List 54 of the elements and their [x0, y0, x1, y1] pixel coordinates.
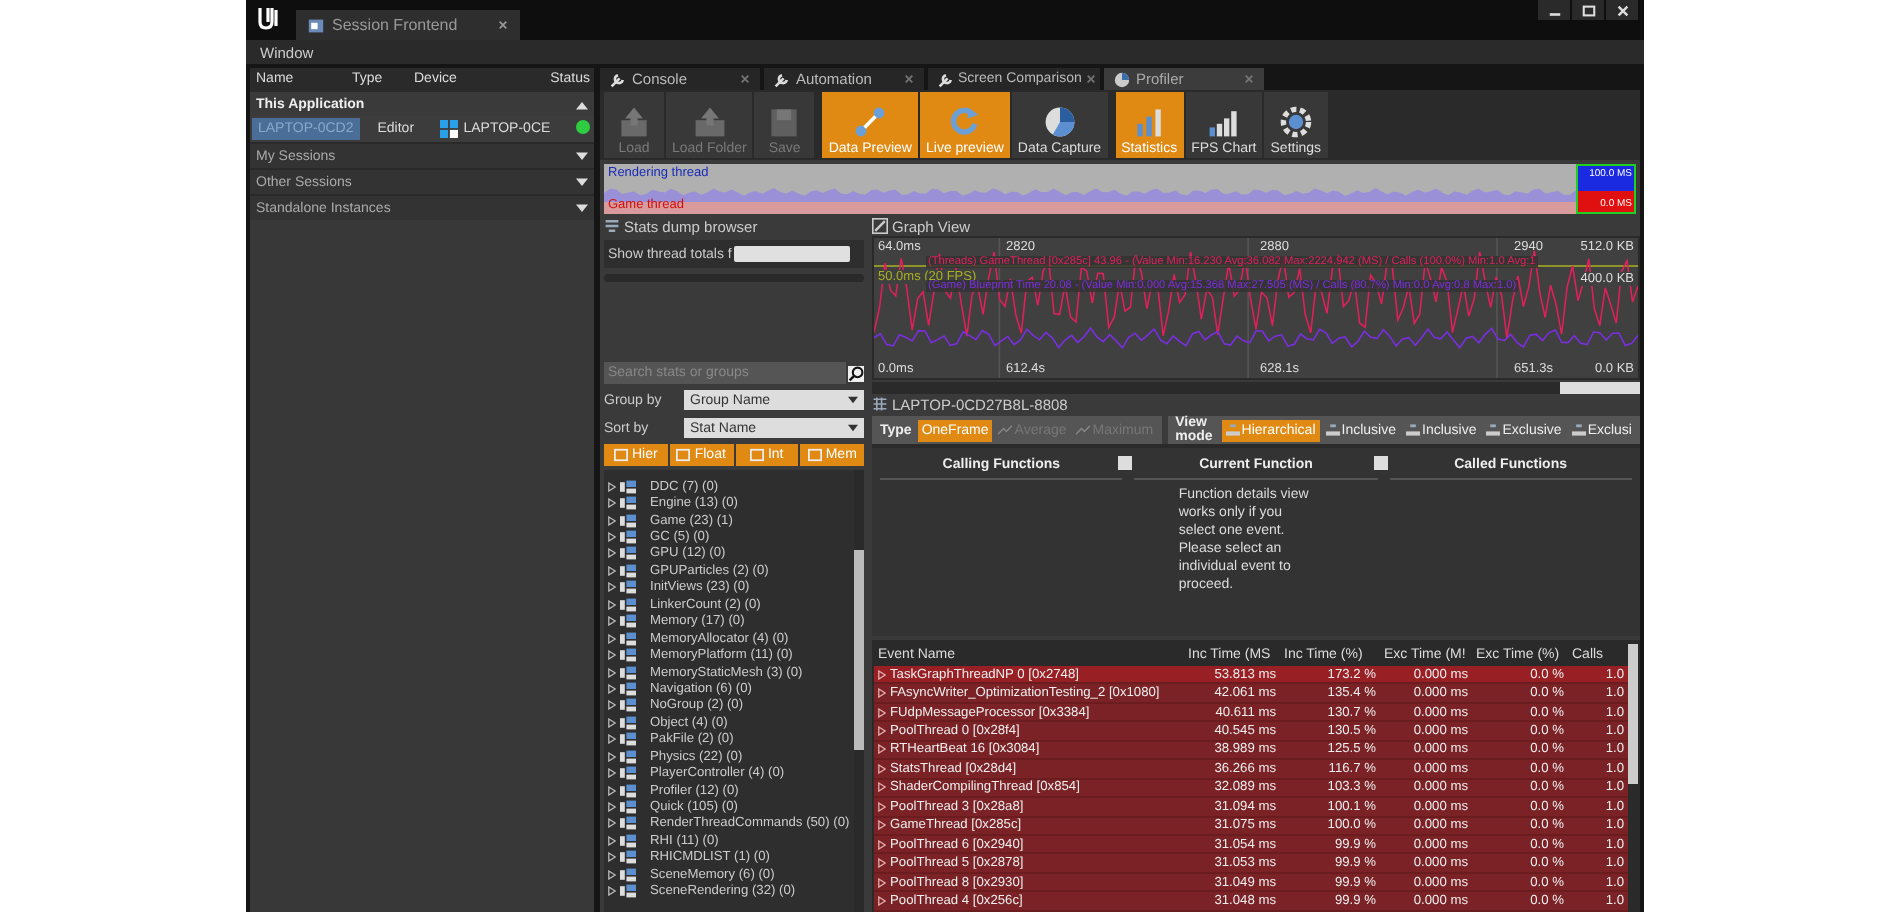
splitter-handle[interactable]	[1373, 456, 1388, 470]
close-button[interactable]	[1606, 0, 1638, 20]
hierarchy-icon	[1325, 424, 1340, 436]
scrollbar-thumb[interactable]	[854, 550, 864, 750]
pencil-chart-icon	[872, 218, 888, 234]
window-tab[interactable]: Session Frontend	[296, 10, 520, 40]
close-icon[interactable]	[498, 20, 508, 30]
refresh-icon	[946, 104, 983, 140]
input-field[interactable]	[733, 246, 850, 262]
scrollbar-thumb[interactable]	[1560, 382, 1640, 394]
maximize-icon	[1581, 3, 1595, 17]
splitter-handle[interactable]	[1118, 456, 1133, 470]
windows-logo-icon	[439, 120, 458, 138]
box-arrow-icon	[616, 104, 652, 140]
expand-arrow-icon	[576, 151, 588, 161]
stat-icon	[807, 448, 822, 462]
expand-arrow-icon	[576, 99, 588, 109]
box-arrow-icon	[691, 104, 728, 140]
hierarchy-icon	[1486, 424, 1501, 436]
caret-icon	[848, 424, 858, 432]
chart-icon	[998, 424, 1013, 436]
pie-chart-icon	[1041, 104, 1078, 140]
caret-icon	[848, 396, 858, 404]
expand-arrow-icon	[576, 203, 588, 213]
wrench-icon	[938, 71, 954, 87]
maximize-button[interactable]	[1572, 0, 1604, 20]
stat-icon	[676, 448, 691, 462]
close-icon[interactable]	[904, 74, 914, 84]
settings-icon	[1277, 104, 1314, 140]
stat-icon	[749, 448, 764, 462]
close-icon[interactable]	[1244, 74, 1254, 84]
connected-nodes-icon	[852, 104, 889, 140]
close-icon[interactable]	[1085, 74, 1096, 84]
close-icon	[1615, 3, 1629, 17]
scrollbar[interactable]	[854, 470, 864, 912]
minimize-button[interactable]	[1538, 0, 1570, 20]
close-icon[interactable]	[740, 74, 750, 84]
chart-icon	[1076, 424, 1091, 436]
tab-title: Session Frontend	[332, 16, 458, 34]
stat-icon	[613, 448, 628, 462]
expand-arrow-icon	[576, 177, 588, 187]
wrench-icon	[610, 71, 626, 87]
hierarchy-icon	[1571, 424, 1586, 436]
engine-logo-icon	[256, 6, 280, 30]
wrench-icon	[774, 71, 790, 87]
search-icon	[848, 365, 864, 381]
grid-icon	[872, 396, 888, 412]
scrollbar-thumb[interactable]	[1628, 644, 1638, 784]
hierarchy-icon	[1225, 424, 1240, 436]
list-icon	[604, 218, 620, 234]
window-icon	[308, 17, 324, 33]
scrollbar[interactable]	[872, 382, 1640, 394]
pie-chart-icon	[1114, 71, 1130, 87]
hierarchy-icon	[1406, 424, 1420, 436]
